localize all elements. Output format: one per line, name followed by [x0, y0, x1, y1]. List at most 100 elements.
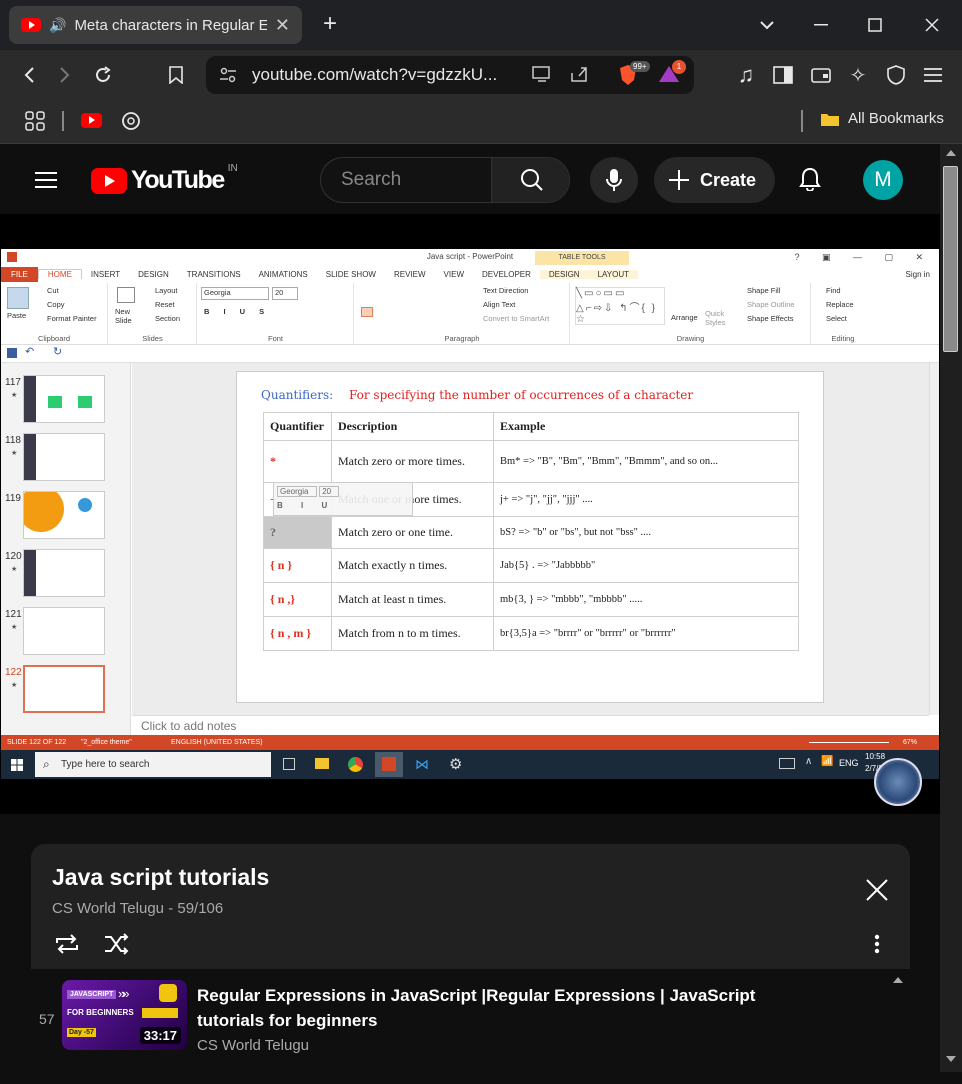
notifications-bell-icon[interactable]: [796, 165, 824, 193]
vpn-shield-icon[interactable]: [883, 62, 909, 88]
file-explorer-icon[interactable]: [315, 758, 329, 769]
sidebar-toggle-icon[interactable]: [770, 62, 796, 88]
slide-thumbnail-active[interactable]: [23, 665, 105, 713]
close-window-button[interactable]: [919, 12, 945, 38]
redo-icon[interactable]: ↻: [53, 345, 62, 358]
slide-thumbnail[interactable]: [23, 375, 105, 423]
text-direction-button[interactable]: Text Direction: [483, 286, 528, 295]
section-button[interactable]: Section: [155, 314, 180, 323]
powerpoint-taskbar-icon[interactable]: [375, 752, 403, 777]
undo-icon[interactable]: ↶: [25, 345, 34, 358]
shapes-gallery[interactable]: ╲▭○▭▭ △⌐⇨⇩ ↰⌒{ }☆: [575, 287, 665, 325]
quick-styles-button[interactable]: Quick Styles: [705, 309, 731, 327]
settings-icon[interactable]: ⚙: [449, 755, 462, 773]
video-channel[interactable]: CS World Telugu: [197, 1037, 309, 1054]
font-format-icons[interactable]: B I U S: [204, 307, 270, 316]
mini-format-icons[interactable]: B I U: [277, 501, 409, 510]
quantifier-table[interactable]: Quantifier Description Example * Match z…: [263, 412, 799, 651]
ppt-tab[interactable]: DESIGN: [129, 270, 178, 279]
chrome-icon[interactable]: [348, 757, 363, 772]
mini-format-toolbar[interactable]: Georgia 20 B I U: [273, 482, 413, 516]
forward-button[interactable]: [52, 62, 78, 88]
video-title[interactable]: Regular Expressions in JavaScript |Regul…: [197, 983, 817, 1033]
video-player[interactable]: Java script - PowerPoint TABLE TOOLS ? ▣…: [0, 214, 940, 814]
search-button[interactable]: [491, 158, 569, 202]
youtube-bookmark-icon[interactable]: [81, 113, 102, 128]
menu-icon[interactable]: [920, 62, 946, 88]
shape-effects-button[interactable]: Shape Effects: [747, 314, 794, 323]
layout-button[interactable]: Layout: [155, 286, 178, 295]
share-icon[interactable]: [570, 65, 590, 88]
ppt-tab[interactable]: INSERT: [82, 270, 129, 279]
slide-thumbnail[interactable]: [23, 491, 105, 539]
ppt-tab[interactable]: ANIMATIONS: [250, 270, 317, 279]
ppt-tab[interactable]: LAYOUT: [588, 269, 638, 279]
zoom-slider[interactable]: [809, 742, 889, 743]
new-tab-button[interactable]: +: [316, 10, 344, 38]
tray-chevron-icon[interactable]: ∧: [805, 756, 812, 767]
select-button[interactable]: Select: [826, 314, 847, 323]
scroll-down-arrow-icon[interactable]: [946, 1056, 956, 1062]
save-icon[interactable]: [7, 348, 17, 358]
notes-pane[interactable]: Click to add notes: [132, 715, 929, 735]
search-input[interactable]: Search: [321, 158, 491, 202]
bookmark-icon[interactable]: [163, 62, 189, 88]
copy-button[interactable]: Copy: [47, 300, 65, 309]
reload-button[interactable]: [90, 62, 116, 88]
wallet-icon[interactable]: [808, 62, 834, 88]
playlist-scroll-up-icon[interactable]: [893, 977, 903, 983]
voice-search-button[interactable]: [590, 157, 638, 203]
network-icon[interactable]: 📶: [821, 756, 833, 767]
replace-button[interactable]: Replace: [826, 300, 854, 309]
format-painter-button[interactable]: Format Painter: [47, 314, 97, 323]
guide-menu-icon[interactable]: [32, 166, 60, 194]
mini-font-size[interactable]: 20: [319, 486, 340, 497]
task-view-icon[interactable]: [283, 758, 295, 770]
apps-grid-icon[interactable]: [22, 108, 48, 134]
scrollbar-thumb[interactable]: [943, 166, 958, 352]
ppt-tab[interactable]: DEVELOPER: [473, 270, 540, 279]
tab-list-chevron-icon[interactable]: [754, 12, 780, 38]
cut-button[interactable]: Cut: [47, 286, 59, 295]
shape-fill-button[interactable]: Shape Fill: [747, 286, 780, 295]
site-settings-icon[interactable]: [218, 65, 238, 90]
ppt-tab[interactable]: FILE: [1, 266, 38, 282]
ppt-tab[interactable]: HOME: [37, 269, 82, 279]
chatgpt-bookmark-icon[interactable]: [118, 108, 144, 134]
speaker-icon[interactable]: 🔊: [49, 17, 66, 34]
back-button[interactable]: [16, 62, 42, 88]
close-tab-icon[interactable]: ✕: [275, 15, 290, 36]
slide-thumbnail[interactable]: [23, 433, 105, 481]
minimize-button[interactable]: [808, 12, 834, 38]
align-text-button[interactable]: Align Text: [483, 300, 515, 309]
shuffle-playlist-button[interactable]: [101, 930, 133, 958]
playlist-title[interactable]: Java script tutorials: [52, 864, 269, 891]
close-playlist-button[interactable]: [863, 876, 891, 904]
font-size-select[interactable]: 20: [272, 287, 298, 300]
shape-outline-button[interactable]: Shape Outline: [747, 300, 795, 309]
browser-tab[interactable]: 🔊 Meta characters in Regular E ✕: [9, 6, 302, 44]
vscode-icon[interactable]: ⋈: [415, 756, 429, 773]
slide-thumbnail[interactable]: [23, 607, 105, 655]
create-button[interactable]: Create: [654, 157, 775, 203]
search-box[interactable]: Search: [320, 157, 570, 203]
scroll-up-arrow-icon[interactable]: [946, 150, 956, 156]
align-left-icon[interactable]: [361, 307, 373, 317]
ppt-tab[interactable]: VIEW: [435, 270, 473, 279]
cast-icon[interactable]: [532, 66, 552, 87]
find-button[interactable]: Find: [826, 286, 841, 295]
ppt-tab[interactable]: TRANSITIONS: [178, 270, 250, 279]
font-name-select[interactable]: Georgia: [201, 287, 269, 300]
sign-in-link[interactable]: Sign in: [897, 270, 939, 279]
new-slide-button[interactable]: [117, 287, 135, 303]
playlist-more-options-button[interactable]: [863, 930, 891, 958]
keyboard-icon[interactable]: [779, 758, 795, 769]
convert-smartart-button[interactable]: Convert to SmartArt: [483, 314, 549, 323]
language-indicator[interactable]: ENG: [839, 758, 859, 768]
youtube-logo[interactable]: YouTube IN: [91, 163, 238, 195]
avatar[interactable]: M: [863, 160, 903, 200]
ppt-tab[interactable]: DESIGN: [539, 269, 589, 279]
slide-vertical-scrollbar[interactable]: [929, 363, 939, 715]
mini-font-name[interactable]: Georgia: [277, 486, 317, 497]
ppt-tab[interactable]: REVIEW: [385, 270, 435, 279]
